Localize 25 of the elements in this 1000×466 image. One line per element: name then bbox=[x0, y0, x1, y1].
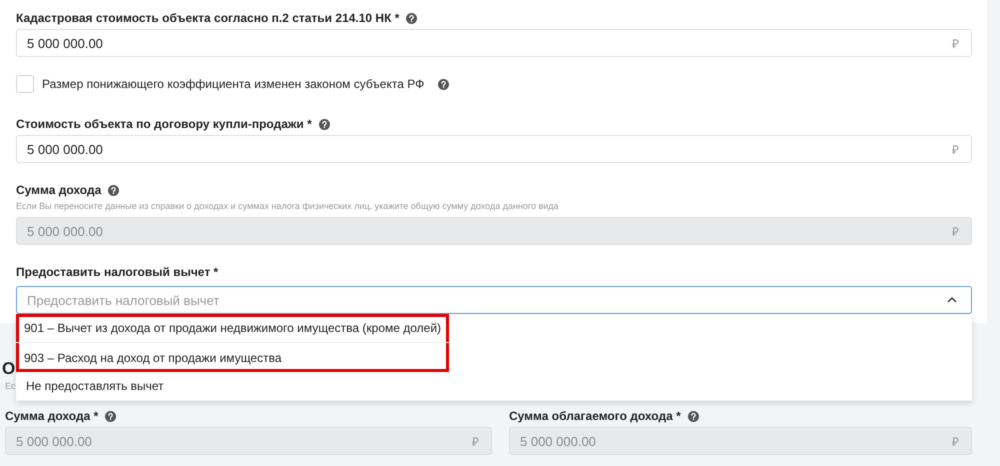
currency-sign: ₽ bbox=[952, 224, 959, 240]
currency-sign: ₽ bbox=[472, 434, 479, 450]
help-icon[interactable] bbox=[406, 12, 418, 24]
field-label: Стоимость объекта по договору купли-продажи * bbox=[16, 117, 312, 131]
caret-icon bbox=[947, 297, 957, 303]
help-icon[interactable] bbox=[438, 78, 450, 90]
currency-sign: ₽ bbox=[952, 36, 959, 52]
dropdown-option[interactable]: Не предоставлять вычет bbox=[16, 372, 972, 401]
field-hint: Если Вы переносите данные из справки о доходах и суммах налога физических лиц, укажите общую сумму дохода данного вида bbox=[16, 201, 560, 211]
currency-sign: ₽ bbox=[952, 434, 959, 450]
amount-field[interactable]: 5 000 000.00 ₽ bbox=[16, 135, 972, 163]
dropdown-option[interactable]: 901 – Вычет из дохода от продажи недвижимого имущества (кроме долей) bbox=[16, 314, 450, 343]
amount-field[interactable]: 5 000 000.00 ₽ bbox=[16, 29, 972, 57]
dropdown-option[interactable]: 903 – Расход на доход от продажи имущества bbox=[16, 343, 450, 372]
field-label: Сумма дохода * bbox=[5, 409, 98, 423]
field-label: Кадастровая стоимость объекта согласно п.2 статьи 214.10 НК * bbox=[16, 11, 400, 25]
currency-sign: ₽ bbox=[952, 142, 959, 158]
section-heading: О bbox=[2, 359, 16, 379]
section-hint: Ес bbox=[5, 381, 16, 391]
checkbox-label: Размер понижающего коэффициента изменен законом субъекта РФ bbox=[42, 77, 424, 91]
field-label: Сумма дохода bbox=[16, 183, 102, 197]
checkbox[interactable] bbox=[16, 75, 34, 93]
field-label: Предоставить налоговый вычет * bbox=[16, 265, 218, 279]
help-icon[interactable] bbox=[318, 118, 330, 130]
field-label: Сумма облагаемого дохода * bbox=[509, 409, 681, 423]
